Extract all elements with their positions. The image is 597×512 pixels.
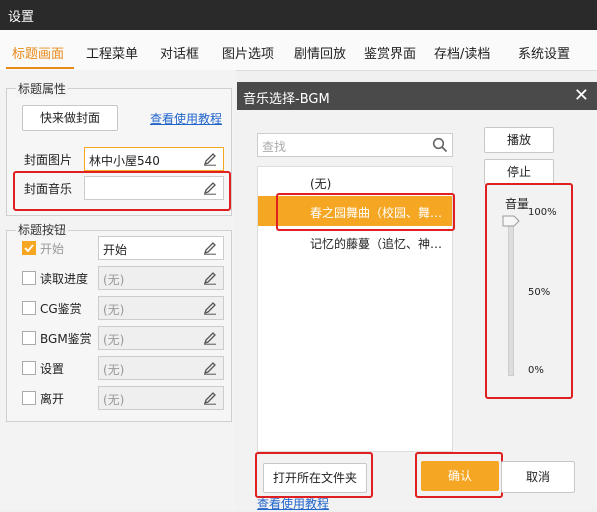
list-item-text: (无) (310, 177, 332, 191)
settings-field[interactable]: (无) (98, 356, 224, 380)
cover-image-field[interactable]: 林中小屋540 (84, 147, 224, 171)
left-panel: 标题属性 快来做封面 查看使用教程 封面图片 林中小屋540 封面音乐 标题按钮… (0, 70, 236, 510)
quick-cover-button[interactable]: 快来做封面 (22, 105, 118, 131)
music-list: (无) 春之园舞曲（校园、舞… 记忆的藤蔓（追忆、神… (257, 166, 453, 452)
bgm-gallery-value: (无) (103, 333, 125, 347)
bgm-gallery-label: BGM鉴赏 (40, 332, 92, 346)
load-progress-checkbox[interactable] (22, 271, 36, 285)
volume-panel: 音量 100% 50% 0% (484, 194, 562, 398)
load-progress-field[interactable]: (无) (98, 266, 224, 290)
tab-save-load[interactable]: 存档/读档 (434, 43, 490, 62)
edit-pencil-icon[interactable] (203, 152, 217, 166)
settings-value: (无) (103, 363, 125, 377)
confirm-button[interactable]: 确认 (421, 461, 499, 491)
load-progress-value: (无) (103, 273, 125, 287)
tab-system-settings[interactable]: 系统设置 (518, 43, 570, 62)
active-tab-indicator (6, 67, 74, 69)
bgm-gallery-field[interactable]: (无) (98, 326, 224, 350)
stop-button[interactable]: 停止 (484, 159, 554, 185)
close-icon[interactable]: ✕ (574, 85, 589, 106)
list-item[interactable]: (无) (258, 167, 452, 197)
tab-story-replay[interactable]: 剧情回放 (294, 43, 346, 62)
edit-pencil-icon[interactable] (203, 181, 217, 195)
tab-project-menu[interactable]: 工程菜单 (86, 43, 138, 62)
search-placeholder: 查找 (262, 140, 287, 154)
edit-pencil-icon[interactable] (203, 331, 217, 345)
cg-gallery-label: CG鉴赏 (40, 302, 82, 316)
start-value: 开始 (103, 243, 128, 257)
list-item-selected[interactable]: 春之园舞曲（校园、舞… (258, 196, 452, 226)
exit-field[interactable]: (无) (98, 386, 224, 410)
window-titlebar: 设置 (0, 0, 597, 30)
bottom-tutorial-link[interactable]: 查看使用教程 (257, 495, 329, 512)
load-progress-label: 读取进度 (40, 272, 89, 286)
search-icon[interactable] (432, 137, 448, 153)
edit-pencil-icon[interactable] (203, 271, 217, 285)
cancel-button[interactable]: 取消 (501, 461, 575, 493)
edit-pencil-icon[interactable] (203, 391, 217, 405)
bgm-gallery-checkbox[interactable] (22, 331, 36, 345)
exit-value: (无) (103, 393, 125, 407)
volume-tick-100: 100% (528, 207, 557, 218)
cover-image-label: 封面图片 (24, 153, 73, 167)
window-title: 设置 (8, 10, 35, 25)
title-buttons-heading: 标题按钮 (16, 221, 69, 238)
cg-gallery-checkbox[interactable] (22, 301, 36, 315)
cg-gallery-field[interactable]: (无) (98, 296, 224, 320)
volume-label: 音量 (505, 197, 530, 211)
list-item[interactable]: 记忆的藤蔓（追忆、神… (258, 227, 452, 257)
volume-tick-0: 0% (528, 365, 544, 376)
dialog-title: 音乐选择-BGM (243, 92, 330, 107)
volume-track (508, 216, 514, 376)
edit-pencil-icon[interactable] (203, 241, 217, 255)
cover-image-value: 林中小屋540 (89, 154, 160, 168)
tutorial-link[interactable]: 查看使用教程 (150, 110, 222, 127)
edit-pencil-icon[interactable] (203, 361, 217, 375)
exit-checkbox[interactable] (22, 391, 36, 405)
list-item-text: 春之园舞曲（校园、舞… (310, 206, 443, 220)
cover-music-label: 封面音乐 (24, 182, 73, 196)
dialog-header: 音乐选择-BGM ✕ (237, 82, 597, 110)
cg-gallery-value: (无) (103, 303, 125, 317)
search-input[interactable]: 查找 (257, 133, 453, 157)
title-properties-heading: 标题属性 (16, 80, 69, 97)
start-checkbox[interactable] (22, 241, 36, 255)
music-select-dialog: 音乐选择-BGM ✕ 查找 (无) 春之园舞曲（校园、舞… 记忆的藤蔓（追忆、神… (237, 82, 597, 512)
volume-tick-50: 50% (528, 287, 551, 298)
exit-label: 离开 (40, 392, 65, 406)
edit-pencil-icon[interactable] (203, 301, 217, 315)
tab-title-screen[interactable]: 标题画面 (12, 43, 64, 62)
tab-dialog[interactable]: 对话框 (160, 43, 199, 62)
tab-image-options[interactable]: 图片选项 (222, 43, 274, 62)
tab-gallery[interactable]: 鉴赏界面 (364, 43, 416, 62)
start-field[interactable]: 开始 (98, 236, 224, 260)
volume-slider-thumb[interactable] (502, 215, 520, 227)
check-icon (24, 244, 34, 253)
start-label: 开始 (40, 242, 65, 256)
settings-label: 设置 (40, 362, 65, 376)
settings-checkbox[interactable] (22, 361, 36, 375)
tab-bar: 标题画面 工程菜单 对话框 图片选项 剧情回放 鉴赏界面 存档/读档 系统设置 (0, 30, 597, 71)
play-button[interactable]: 播放 (484, 127, 554, 153)
open-folder-button[interactable]: 打开所在文件夹 (263, 463, 367, 493)
cover-music-field[interactable] (84, 176, 224, 200)
list-item-text: 记忆的藤蔓（追忆、神… (310, 237, 443, 251)
